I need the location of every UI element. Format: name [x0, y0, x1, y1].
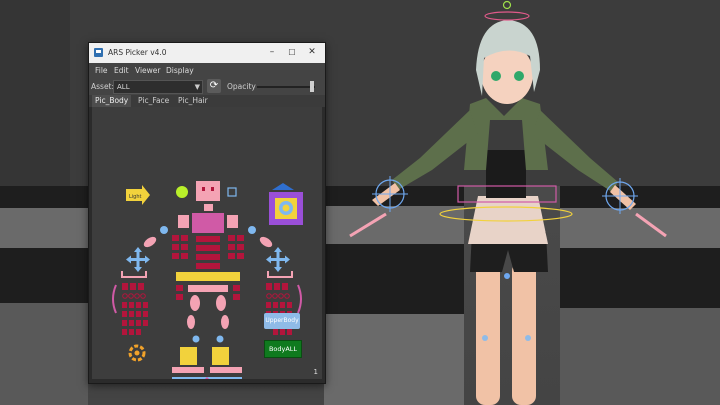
right-toe-control[interactable] [210, 367, 242, 373]
right-foot-ik-control[interactable] [212, 347, 229, 365]
target-icon-dot [282, 204, 290, 212]
head-control[interactable] [196, 181, 220, 201]
opacity-label: Opacity [227, 82, 256, 91]
left-upperarm-control[interactable] [142, 235, 158, 250]
spine-control-grid[interactable] [172, 235, 244, 269]
rig-left-ankle-control[interactable] [482, 335, 488, 341]
rig-right-ankle-control[interactable] [525, 335, 531, 341]
rig-top-control[interactable] [502, 0, 512, 10]
pelvis-right-block[interactable] [233, 285, 240, 291]
right-shin-control[interactable] [221, 315, 229, 329]
left-arm-ik-move-icon[interactable] [126, 247, 150, 272]
right-hand-bracket[interactable] [297, 284, 302, 314]
upperbody-button[interactable]: UpperBody [264, 313, 300, 329]
rig-head-control[interactable] [484, 11, 530, 21]
torso [486, 150, 526, 198]
left-clavicle-control[interactable] [160, 226, 168, 234]
left-foot-ik-control[interactable] [180, 347, 197, 365]
sun-icon[interactable] [176, 186, 188, 198]
left-eye [491, 71, 501, 81]
chest-control[interactable] [192, 213, 224, 233]
right-knee-control[interactable] [216, 335, 224, 343]
right-thigh-control[interactable] [216, 295, 226, 311]
asset-dropdown[interactable]: ALL ▼ [113, 80, 203, 94]
left-shoulder-control[interactable] [178, 215, 189, 228]
head-control-eye [202, 187, 205, 191]
picker-canvas: Light UpperBody BodyALL 1 [92, 107, 322, 379]
left-hand-controls[interactable] [122, 283, 148, 335]
light-button[interactable]: Light [126, 185, 150, 205]
left-shin-control[interactable] [187, 315, 195, 329]
rig-right-hand-control[interactable] [635, 212, 667, 238]
menu-edit[interactable]: Edit [114, 66, 129, 75]
opacity-slider[interactable] [257, 86, 315, 88]
title-bar[interactable]: ARS Picker v4.0 – ☐ ✕ [89, 43, 325, 63]
close-button[interactable]: ✕ [305, 46, 319, 59]
camera-arrow-icon[interactable] [272, 183, 294, 190]
waist-control[interactable] [176, 272, 240, 281]
right-clavicle-control[interactable] [248, 226, 256, 234]
menu-bar: File Edit Viewer Display [89, 63, 325, 77]
left-elbow-bracket[interactable] [121, 271, 147, 278]
opacity-slider-handle[interactable] [310, 81, 315, 92]
pelvis-right-block[interactable] [233, 294, 240, 300]
left-thigh-control[interactable] [190, 295, 200, 311]
face-select-icon[interactable] [227, 187, 237, 197]
asset-row: Asset: ALL ▼ ⟳ Opacity [89, 77, 325, 95]
rig-left-hand-control[interactable] [349, 212, 387, 238]
right-upperarm-control[interactable] [258, 235, 274, 250]
right-leg [512, 262, 536, 405]
picker-window: ARS Picker v4.0 – ☐ ✕ File Edit Viewer D… [88, 42, 326, 384]
menu-viewer[interactable]: Viewer [135, 66, 161, 75]
menu-file[interactable]: File [95, 66, 108, 75]
asset-label: Asset: [91, 82, 115, 91]
left-knee-control[interactable] [192, 335, 200, 343]
page-number: 1 [313, 368, 318, 376]
head-control-eye [211, 187, 214, 191]
maximize-button[interactable]: ☐ [285, 46, 299, 59]
right-eye [514, 71, 524, 81]
pelvis-left-block[interactable] [176, 294, 183, 300]
right-shoulder-control[interactable] [227, 215, 238, 228]
bodyall-button[interactable]: BodyALL [264, 340, 302, 358]
rig-knee-control[interactable] [504, 273, 510, 279]
tab-pic-body[interactable]: Pic_Body [92, 95, 132, 107]
tab-pic-face[interactable]: Pic_Face [135, 95, 172, 107]
app-icon [94, 48, 103, 57]
menu-display[interactable]: Display [166, 66, 194, 75]
left-leg [476, 262, 500, 405]
left-toe-control[interactable] [172, 367, 204, 373]
asset-value: ALL [117, 83, 130, 91]
tab-bar: Pic_Body Pic_Face Pic_Hair [89, 95, 325, 107]
reset-spinner-center [134, 350, 140, 356]
hip-control[interactable] [188, 285, 228, 292]
chevron-down-icon: ▼ [194, 83, 200, 91]
right-elbow-bracket[interactable] [267, 271, 293, 278]
right-arm-ik-move-icon[interactable] [266, 247, 290, 272]
light-label: Light [129, 194, 142, 200]
tab-pic-hair[interactable]: Pic_Hair [175, 95, 211, 107]
neck-control[interactable] [204, 204, 213, 211]
window-title: ARS Picker v4.0 [108, 48, 167, 57]
left-arm [392, 110, 478, 190]
minimize-button[interactable]: – [265, 46, 279, 59]
pelvis-left-block[interactable] [176, 285, 183, 291]
left-hand-bracket[interactable] [112, 284, 117, 314]
refresh-button[interactable]: ⟳ [207, 79, 221, 93]
